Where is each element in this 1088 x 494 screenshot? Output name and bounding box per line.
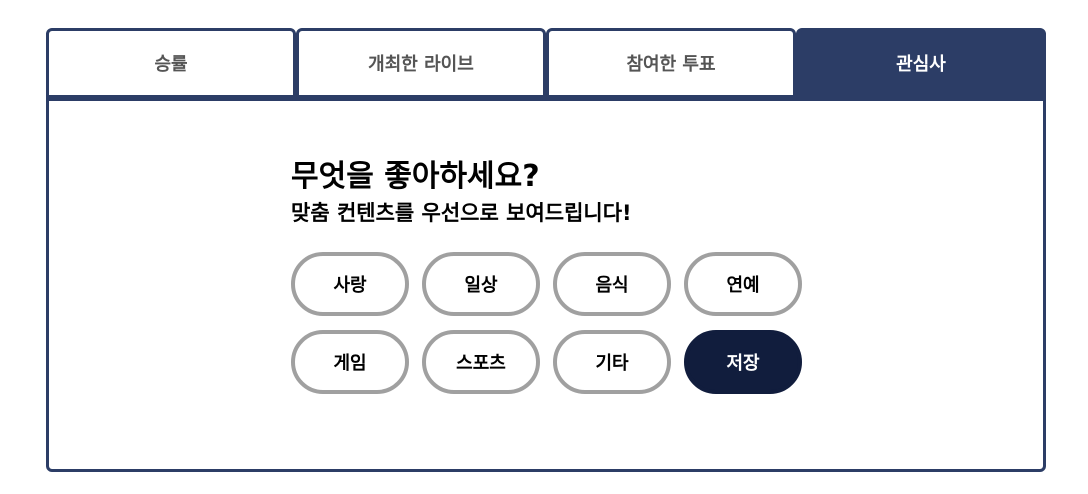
tab-voted-polls[interactable]: 참여한 투표 <box>546 28 796 98</box>
interest-chip-other[interactable]: 기타 <box>553 330 671 394</box>
interest-chip-love[interactable]: 사랑 <box>291 252 409 316</box>
interests-subheading: 맞춤 컨텐츠를 우선으로 보여드립니다! <box>291 201 632 225</box>
save-button[interactable]: 저장 <box>684 330 802 394</box>
tab-win-rate[interactable]: 승률 <box>46 28 296 98</box>
interests-panel: 무엇을 좋아하세요? 맞춤 컨텐츠를 우선으로 보여드립니다! 사랑 일상 음식… <box>46 98 1046 472</box>
interest-chip-game[interactable]: 게임 <box>291 330 409 394</box>
interest-chip-sports[interactable]: 스포츠 <box>422 330 540 394</box>
interest-chip-food[interactable]: 음식 <box>553 252 671 316</box>
profile-tabs: 승률 개최한 라이브 참여한 투표 관심사 <box>46 28 1046 98</box>
interest-chip-entertainment[interactable]: 연예 <box>684 252 802 316</box>
tab-interests[interactable]: 관심사 <box>796 28 1046 98</box>
tab-hosted-lives[interactable]: 개최한 라이브 <box>296 28 546 98</box>
interests-heading: 무엇을 좋아하세요? <box>291 159 540 194</box>
interest-chip-grid: 사랑 일상 음식 연예 게임 스포츠 기타 저장 <box>291 252 811 394</box>
interest-chip-daily[interactable]: 일상 <box>422 252 540 316</box>
